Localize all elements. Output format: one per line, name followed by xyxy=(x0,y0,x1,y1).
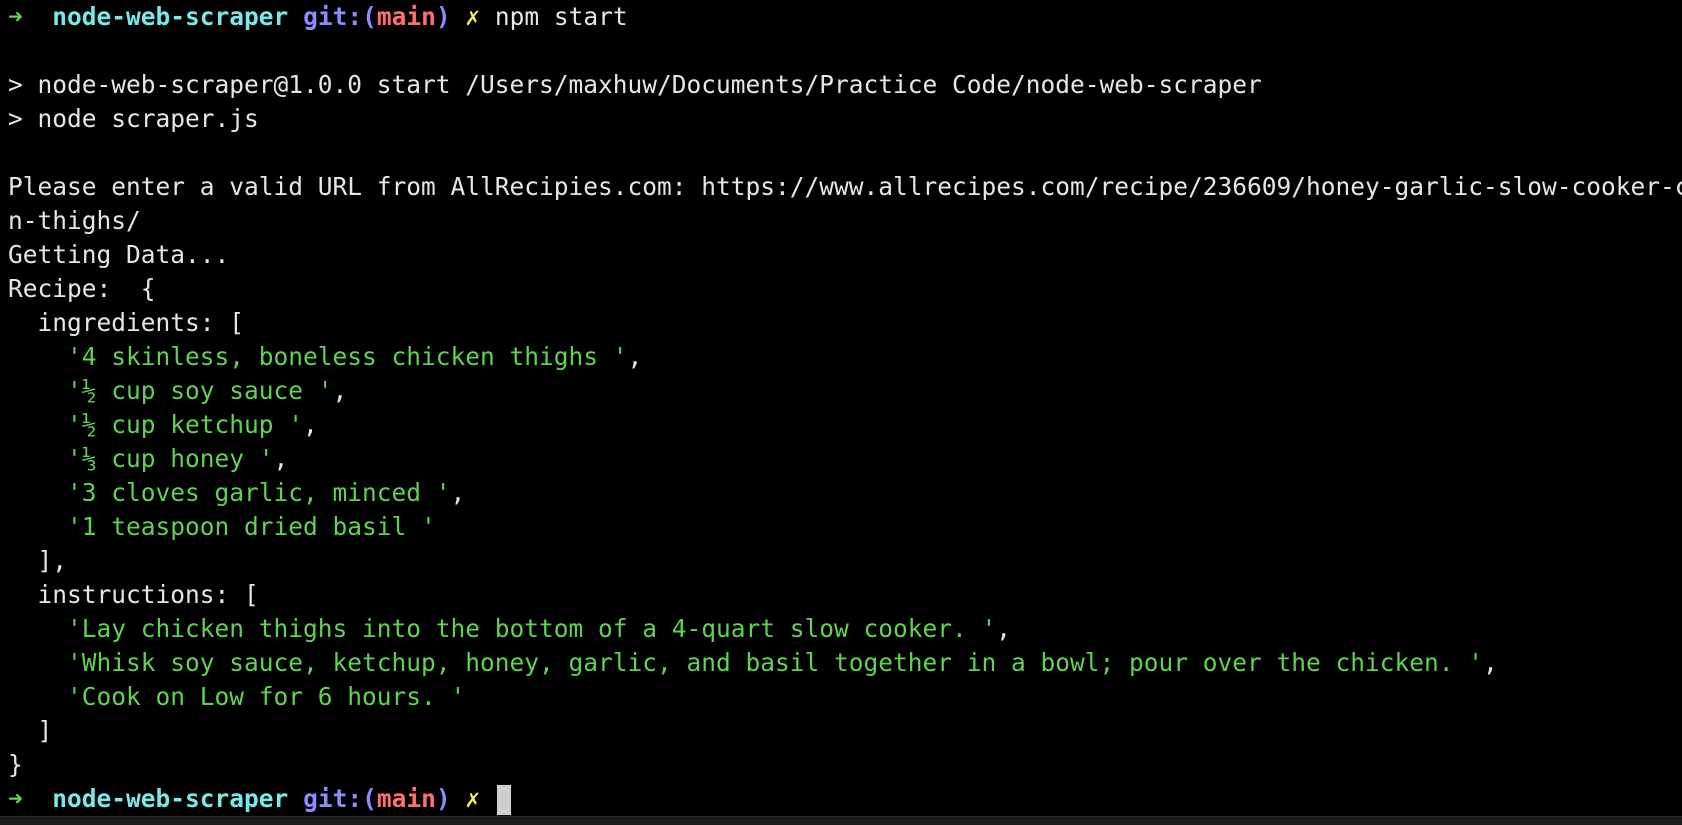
instruction-string: 'Cook on Low for 6 hours. ' xyxy=(67,682,466,711)
ingredient-string: '4 skinless, boneless chicken thighs ' xyxy=(67,342,628,371)
prompt-directory: node-web-scraper xyxy=(52,784,289,813)
ingredient-string: '⅓ cup honey ' xyxy=(67,444,274,473)
separator: , xyxy=(332,376,348,405)
ingredient-string: '½ cup ketchup ' xyxy=(67,410,304,439)
ingredient-item: '3 cloves garlic, minced ', xyxy=(8,476,1682,510)
git-dirty-icon: ✗ xyxy=(465,784,481,813)
git-prefix: git:( xyxy=(303,784,377,813)
prompt-arrow-icon: ➜ xyxy=(8,2,23,31)
terminal-window[interactable]: ➜ node-web-scraper git:(main) ✗ npm star… xyxy=(0,0,1682,816)
ingredient-item: '⅓ cup honey ', xyxy=(8,442,1682,476)
npm-output-line: > node-web-scraper@1.0.0 start /Users/ma… xyxy=(8,70,1262,99)
separator: , xyxy=(627,342,643,371)
separator: , xyxy=(273,444,289,473)
instruction-string: 'Lay chicken thighs into the bottom of a… xyxy=(67,614,997,643)
ingredient-item: '½ cup soy sauce ', xyxy=(8,374,1682,408)
prompt-line: ➜ node-web-scraper git:(main) ✗ npm star… xyxy=(8,0,1682,34)
url-input-line-wrap: n-thighs/ xyxy=(8,206,141,235)
recipe-close-line: } xyxy=(8,750,23,779)
prompt-line[interactable]: ➜ node-web-scraper git:(main) ✗ xyxy=(8,782,1682,816)
ingredient-string: '1 teaspoon dried basil ' xyxy=(67,512,436,541)
git-suffix: ) xyxy=(435,784,451,813)
prompt-directory: node-web-scraper xyxy=(52,2,289,31)
recipe-open-line: Recipe: { xyxy=(8,274,156,303)
url-input-line: Please enter a valid URL from AllRecipie… xyxy=(8,172,1682,201)
instructions-open-line: instructions: [ xyxy=(8,580,259,609)
instruction-item: 'Whisk soy sauce, ketchup, honey, garlic… xyxy=(8,646,1682,680)
separator: , xyxy=(996,614,1012,643)
command-text: npm start xyxy=(494,2,628,31)
git-suffix: ) xyxy=(435,2,451,31)
instruction-item: 'Lay chicken thighs into the bottom of a… xyxy=(8,612,1682,646)
ingredient-item: '4 skinless, boneless chicken thighs ', xyxy=(8,340,1682,374)
separator: , xyxy=(303,410,318,439)
prompt-arrow-icon: ➜ xyxy=(8,784,23,813)
git-prefix: git:( xyxy=(303,2,377,31)
git-dirty-icon: ✗ xyxy=(465,2,481,31)
instructions-close-line: ] xyxy=(8,716,53,745)
git-branch: main xyxy=(376,784,436,813)
git-branch: main xyxy=(376,2,436,31)
instruction-string: 'Whisk soy sauce, ketchup, honey, garlic… xyxy=(67,648,1484,677)
npm-output-line: > node scraper.js xyxy=(8,104,259,133)
separator: , xyxy=(1483,648,1498,677)
separator: , xyxy=(450,478,466,507)
ingredient-string: '½ cup soy sauce ' xyxy=(67,376,333,405)
ingredient-string: '3 cloves garlic, minced ' xyxy=(67,478,451,507)
ingredient-item: '1 teaspoon dried basil ' xyxy=(8,510,1682,544)
status-line: Getting Data... xyxy=(8,240,230,269)
ingredients-close-line: ], xyxy=(8,546,68,575)
text-cursor[interactable] xyxy=(496,785,511,815)
ingredients-open-line: ingredients: [ xyxy=(8,308,245,337)
ingredient-item: '½ cup ketchup ', xyxy=(8,408,1682,442)
instruction-item: 'Cook on Low for 6 hours. ' xyxy=(8,680,1682,714)
